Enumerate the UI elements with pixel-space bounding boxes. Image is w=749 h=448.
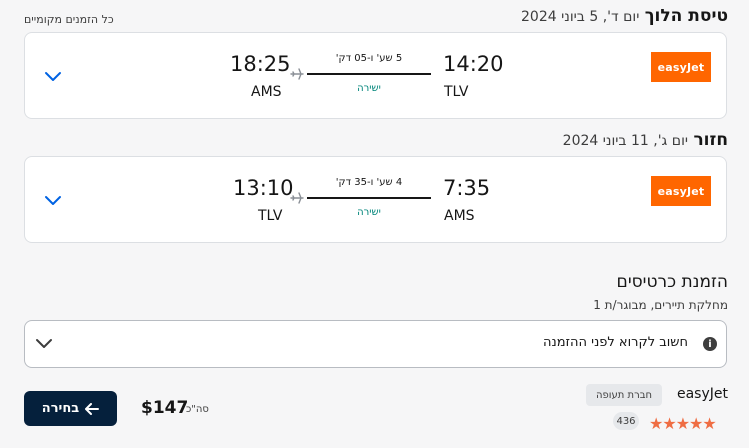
booking-subtitle: מחלקת תיירים, מבוגר/ת 1	[593, 298, 728, 312]
rating-stars: ★★★★★	[649, 414, 717, 433]
outbound-depart-code: TLV	[444, 84, 469, 100]
outbound-depart-time: 14:20	[443, 52, 504, 76]
outbound-heading: טיסת הלוך יום ד', 5 ביוני 2024	[521, 6, 728, 26]
inbound-arrive-code: TLV	[258, 208, 283, 224]
star-icon: ★	[649, 414, 663, 433]
easyjet-logo: easyJet	[651, 176, 711, 206]
inbound-heading: חזור יום ג', 11 ביוני 2024	[563, 130, 728, 150]
outbound-arrive-time: 18:25	[230, 52, 291, 76]
outbound-route-line	[307, 73, 431, 75]
outbound-flight-card[interactable]: easyJet 14:20 TLV 5 שע' ו-05 דק' ישירה 1…	[24, 32, 727, 119]
easyjet-logo: easyJet	[651, 52, 711, 82]
inbound-depart-code: AMS	[444, 208, 475, 224]
outbound-arrive-code: AMS	[251, 84, 282, 100]
star-icon: ★	[675, 414, 690, 433]
info-icon: i	[703, 337, 717, 351]
price: $147	[141, 398, 189, 418]
inbound-depart-time: 7:35	[443, 176, 491, 200]
inbound-flight-card[interactable]: easyJet 7:35 AMS 4 שע' ו-35 דק' ישירה 13…	[24, 156, 727, 243]
local-times-note: כל הזמנים מקומיים	[24, 13, 114, 26]
inbound-label: חזור	[693, 130, 728, 150]
outbound-label: טיסת הלוך	[644, 6, 728, 26]
notice-text: חשוב לקרוא לפני ההזמנה	[543, 335, 688, 350]
star-icon: ★	[702, 414, 716, 433]
star-icon: ★	[689, 414, 703, 433]
star-icon: ★	[662, 414, 676, 433]
select-button-label: בחירה	[41, 401, 80, 416]
read-before-booking-accordion[interactable]: חשוב לקרוא לפני ההזמנה i	[24, 320, 727, 368]
chevron-down-icon	[36, 339, 52, 348]
airline-name: easyJet	[676, 386, 728, 402]
inbound-date: יום ג', 11 ביוני 2024	[562, 133, 689, 149]
reviews-count: 436	[613, 412, 639, 430]
outbound-date: יום ד', 5 ביוני 2024	[521, 9, 640, 25]
inbound-arrive-time: 13:10	[233, 176, 294, 200]
inbound-stops: ישירה	[357, 207, 381, 218]
arrow-left-icon	[85, 402, 100, 415]
booking-title: הזמנת כרטיסים	[616, 272, 728, 292]
select-button[interactable]: בחירה	[24, 391, 117, 426]
chevron-down-icon[interactable]	[44, 195, 62, 207]
plane-icon	[290, 68, 304, 80]
inbound-route-line	[307, 197, 431, 199]
outbound-stops: ישירה	[357, 83, 381, 94]
outbound-duration: 5 שע' ו-05 דק'	[335, 53, 403, 64]
airline-type-badge: חברת תעופה	[586, 384, 662, 406]
total-label: סה"כ	[186, 404, 209, 415]
inbound-duration: 4 שע' ו-35 דק'	[335, 177, 403, 188]
chevron-down-icon[interactable]	[44, 71, 62, 83]
